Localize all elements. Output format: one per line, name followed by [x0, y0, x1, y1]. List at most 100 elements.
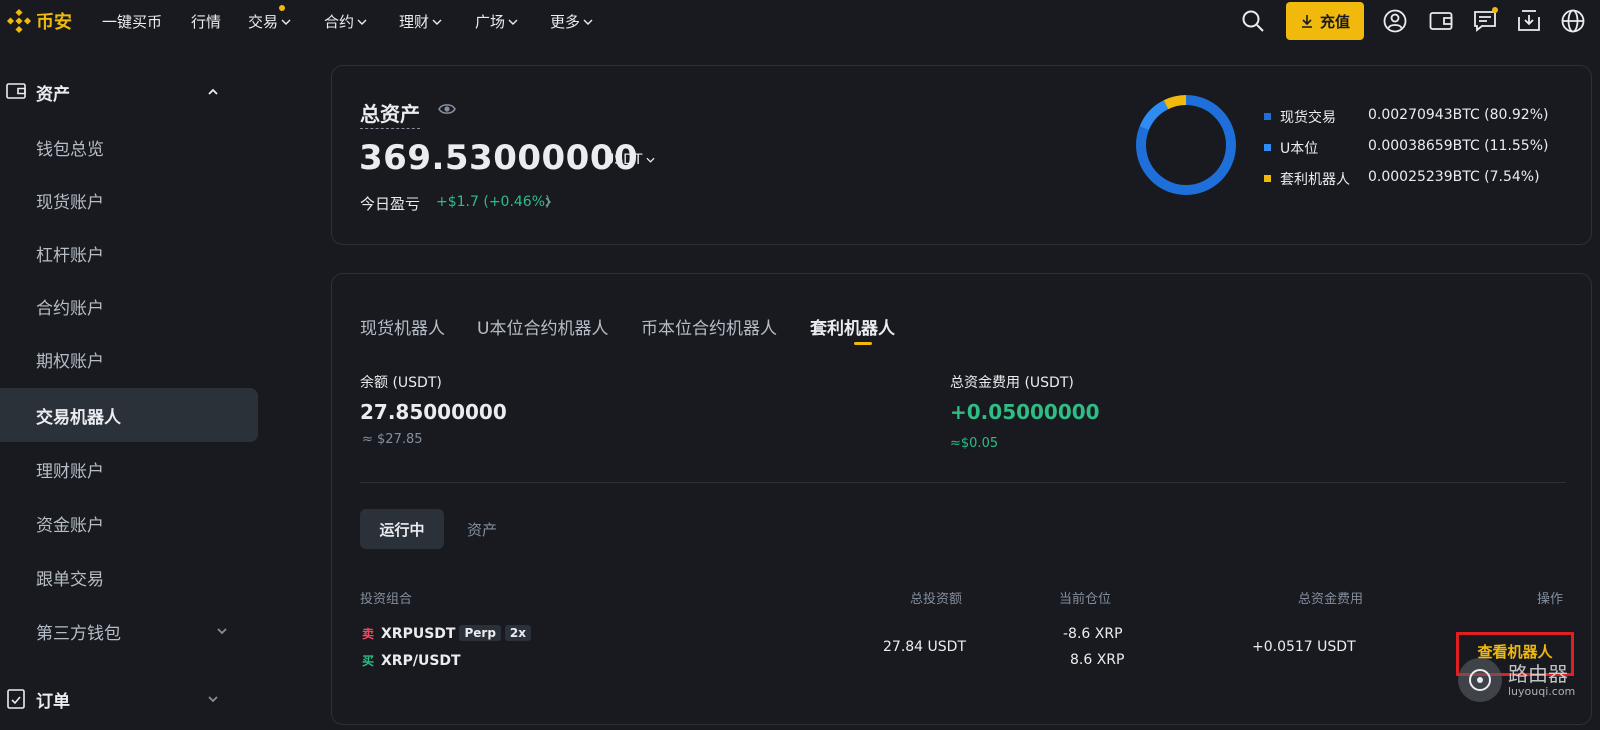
balance-label: 余额 (USDT): [360, 375, 442, 391]
sidebar-item-earn[interactable]: 理财账户: [0, 442, 258, 496]
nav-earn[interactable]: 理财: [399, 11, 442, 32]
tab-arbitrage-bots[interactable]: 套利机器人: [810, 314, 895, 339]
tab-coinm-futures-bots[interactable]: 币本位合约机器人: [641, 314, 777, 339]
nav-label: 交易: [248, 13, 279, 31]
subtab-running[interactable]: 运行中: [360, 509, 444, 549]
message-icon[interactable]: [1472, 7, 1498, 34]
investment-value: 27.84 USDT: [883, 639, 966, 655]
nav-futures[interactable]: 合约: [324, 11, 367, 32]
chevron-down-icon: [432, 19, 442, 25]
wallet-icon[interactable]: [1428, 8, 1454, 34]
chevron-down-icon: [508, 19, 518, 25]
sidebar-item-label: 资金账户: [36, 515, 104, 536]
download-arrow-icon: [1301, 15, 1312, 28]
legend-label-usdm: U本位: [1280, 141, 1319, 157]
funding-label: 总资金费用 (USDT): [950, 375, 1074, 391]
sidebar-item-label: 期权账户: [36, 351, 104, 372]
sidebar-item-label: 跟单交易: [36, 569, 104, 590]
eye-icon[interactable]: [438, 102, 456, 116]
nav-square[interactable]: 广场: [475, 11, 518, 32]
nav-more[interactable]: 更多: [550, 11, 593, 32]
nav-label: 行情: [191, 13, 222, 31]
chevron-up-icon: [208, 88, 218, 95]
funding-approx: ≈$0.05: [950, 436, 999, 451]
pnl-value[interactable]: +$1.7 (+0.46%): [436, 194, 550, 210]
binance-logo-icon: [6, 8, 32, 34]
sidebar-item-label: 现货账户: [36, 192, 104, 213]
sidebar-item-spot[interactable]: 现货账户: [0, 173, 258, 227]
nav-label: 一键买币: [102, 13, 163, 31]
search-icon[interactable]: [1240, 8, 1266, 34]
sidebar-item-third-party-wallet[interactable]: 第三方钱包: [0, 604, 258, 658]
pair-symbol: XRP/USDT: [381, 653, 461, 669]
position-long: 8.6 XRP: [1070, 652, 1125, 668]
notification-dot: [1492, 7, 1498, 13]
buy-badge: 买: [362, 654, 375, 668]
chevron-down-icon: [217, 628, 227, 635]
chevron-down-icon: [208, 696, 218, 703]
user-icon[interactable]: [1382, 8, 1408, 34]
col-header-funding: 总资金费用: [1298, 592, 1364, 607]
funding-value: +0.05000000: [950, 400, 1100, 424]
chevron-right-icon[interactable]: [544, 197, 552, 207]
sidebar-item-funding[interactable]: 资金账户: [0, 496, 258, 550]
balance-approx: ≈ $27.85: [362, 432, 423, 447]
wallet-icon: [6, 83, 26, 99]
legend-swatch-arbitrage: [1264, 175, 1271, 182]
top-nav: 币安 一键买币 行情 交易 合约 理财 广场 更多 充值: [0, 0, 1600, 42]
orders-icon: [7, 689, 25, 709]
deposit-button[interactable]: 充值: [1286, 2, 1364, 40]
deposit-label: 充值: [1319, 12, 1350, 31]
chevron-down-icon: [281, 19, 291, 25]
funding-fee-value: +0.0517 USDT: [1252, 639, 1356, 655]
sidebar-section-orders[interactable]: 订单: [0, 676, 255, 722]
portfolio-leg-sell: 卖 XRPUSDT Perp 2x: [362, 625, 532, 642]
legend-value-spot: 0.00270943BTC (80.92%): [1368, 107, 1549, 123]
app-download-icon[interactable]: [1516, 8, 1542, 34]
sidebar-item-label: 合约账户: [36, 298, 104, 319]
currency-selector[interactable]: USDT: [604, 152, 656, 168]
allocation-donut-chart: [1136, 95, 1236, 195]
legend-label-arbitrage: 套利机器人: [1280, 172, 1350, 188]
tab-spot-bots[interactable]: 现货机器人: [360, 314, 445, 339]
leverage-tag: 2x: [504, 625, 532, 641]
position-short: -8.6 XRP: [1063, 626, 1123, 642]
chevron-down-icon: [357, 19, 367, 25]
legend-value-arbitrage: 0.00025239BTC (7.54%): [1368, 169, 1540, 185]
subtab-assets[interactable]: 资产: [452, 509, 512, 549]
watermark-url: luyouqi.com: [1508, 684, 1576, 698]
sidebar-item-copy-trading[interactable]: 跟单交易: [0, 550, 258, 604]
legend-swatch-spot: [1264, 113, 1271, 120]
sidebar-section-label: 资产: [36, 84, 70, 105]
globe-icon[interactable]: [1560, 8, 1586, 34]
nav-label: 更多: [550, 13, 581, 31]
portfolio-leg-buy: 买 XRP/USDT: [362, 652, 461, 669]
sidebar-item-options[interactable]: 期权账户: [0, 332, 258, 386]
pnl-label: 今日盈亏: [360, 195, 421, 213]
watermark: 路由器 luyouqi.com: [1458, 658, 1575, 702]
col-header-portfolio: 投资组合: [360, 592, 413, 607]
sidebar-section-assets[interactable]: 资产: [0, 69, 255, 115]
col-header-position: 当前仓位: [1059, 592, 1112, 607]
col-header-action: 操作: [1537, 592, 1564, 607]
nav-trade[interactable]: 交易: [248, 5, 291, 32]
sidebar-item-label: 杠杆账户: [36, 245, 104, 266]
sidebar-item-trading-bots[interactable]: 交易机器人: [0, 388, 258, 442]
nav-buy-crypto[interactable]: 一键买币: [102, 11, 162, 32]
legend-value-usdm: 0.00038659BTC (11.55%): [1368, 138, 1549, 154]
nav-label: 广场: [475, 13, 506, 31]
sidebar-item-label: 交易机器人: [36, 407, 121, 428]
divider: [360, 482, 1566, 483]
sidebar-item-margin[interactable]: 杠杆账户: [0, 226, 258, 280]
sidebar-item-futures[interactable]: 合约账户: [0, 279, 258, 333]
chevron-down-icon: [583, 19, 593, 25]
perp-tag: Perp: [459, 625, 501, 641]
binance-logo[interactable]: 币安: [6, 8, 72, 34]
currency-label: USDT: [604, 152, 643, 168]
tab-usdm-futures-bots[interactable]: U本位合约机器人: [477, 314, 608, 339]
sell-badge: 卖: [362, 627, 375, 641]
sidebar-item-wallet-overview[interactable]: 钱包总览: [0, 120, 258, 174]
legend-label-spot: 现货交易: [1280, 110, 1336, 126]
nav-markets[interactable]: 行情: [191, 11, 221, 32]
sidebar-section-label: 订单: [36, 691, 70, 712]
